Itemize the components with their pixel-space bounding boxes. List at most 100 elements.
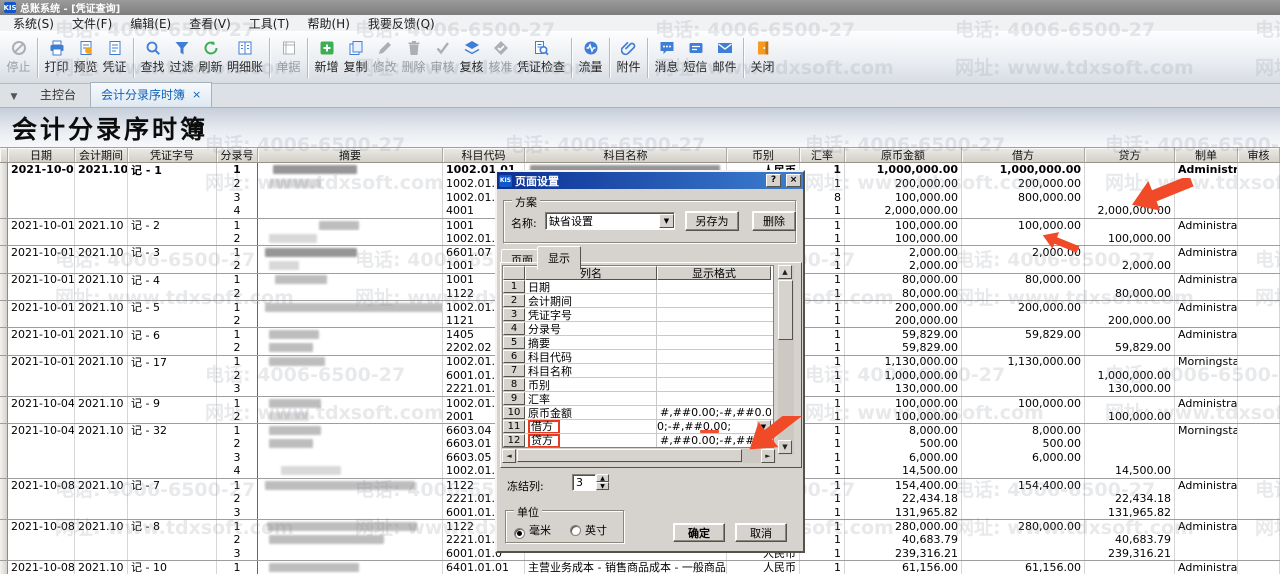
spinner-down-icon[interactable]: ▼: [596, 482, 609, 490]
journal-row[interactable]: 2021-10-082021.10记 - 1016401.01.01主营业务成本…: [0, 560, 1280, 574]
scroll-right-icon[interactable]: ►: [761, 449, 775, 463]
scheme-combobox[interactable]: 缺省设置 ▼: [545, 212, 675, 230]
toolbar-button-copy[interactable]: 复制: [341, 37, 370, 78]
scheme-dropdown-icon[interactable]: ▼: [659, 214, 674, 228]
spinner-up-icon[interactable]: ▲: [596, 474, 609, 482]
dialog-grid-row[interactable]: 8币别: [503, 378, 773, 392]
display-format-cell[interactable]: [657, 392, 771, 405]
toolbar-button-voucher-check[interactable]: 凭证检查: [515, 37, 567, 78]
toolbar-button-search[interactable]: 查找: [138, 37, 167, 78]
row-selector-margin[interactable]: [0, 546, 8, 560]
ok-button[interactable]: 确定: [673, 523, 725, 542]
dialog-grid-row[interactable]: 7科目名称: [503, 364, 773, 378]
hscroll-thumb[interactable]: [517, 449, 742, 462]
save-as-button[interactable]: 另存为: [685, 211, 739, 231]
tab-console[interactable]: 主控台: [26, 82, 90, 107]
display-format-cell[interactable]: [657, 322, 771, 335]
row-selector-margin[interactable]: [0, 177, 8, 191]
row-selector-margin[interactable]: [0, 246, 8, 259]
row-selector-margin[interactable]: [0, 204, 8, 218]
cancel-button[interactable]: 取消: [735, 523, 787, 542]
row-selector-margin[interactable]: [0, 356, 8, 369]
row-selector-margin[interactable]: [0, 286, 8, 300]
row-selector-margin[interactable]: [0, 274, 8, 287]
toolbar-button-filter[interactable]: 过滤: [167, 37, 196, 78]
toolbar-button-printer[interactable]: 打印: [42, 37, 71, 78]
scroll-down-icon[interactable]: ▼: [778, 440, 792, 454]
row-selector-margin[interactable]: [0, 561, 8, 574]
radio-mm[interactable]: 毫米: [514, 522, 551, 539]
menu-item[interactable]: 文件(F): [63, 15, 121, 32]
row-selector-margin[interactable]: [0, 479, 8, 492]
row-selector-margin[interactable]: [0, 533, 8, 547]
display-format-cell[interactable]: #,##0.00;-#,##0.00: [657, 434, 771, 447]
row-selector-margin[interactable]: [0, 341, 8, 355]
toolbar-button-ledger[interactable]: 明细账: [225, 37, 265, 78]
row-selector-margin[interactable]: [0, 259, 8, 273]
delete-scheme-button[interactable]: 删除: [752, 211, 796, 231]
display-format-cell[interactable]: [657, 294, 771, 307]
display-format-cell[interactable]: [657, 378, 771, 391]
row-selector-margin[interactable]: [0, 314, 8, 328]
display-format-cell[interactable]: [657, 280, 771, 293]
row-selector-margin[interactable]: [0, 492, 8, 506]
radio-inch[interactable]: 英寸: [570, 522, 607, 538]
toolbar-button-sms[interactable]: 短信: [681, 37, 710, 78]
row-selector-margin[interactable]: [0, 520, 8, 533]
menu-item[interactable]: 查看(V): [180, 15, 240, 32]
display-format-cell[interactable]: [657, 308, 771, 321]
format-dropdown-icon[interactable]: ▼: [756, 420, 771, 433]
tab-journal-active[interactable]: 会计分录序时簿 ×: [90, 82, 212, 107]
row-selector-margin[interactable]: [0, 301, 8, 314]
toolbar-button-message[interactable]: 消息: [652, 37, 681, 78]
tab-close-icon[interactable]: ×: [192, 88, 201, 101]
dialog-grid-row[interactable]: 6科目代码: [503, 350, 773, 364]
dialog-title-bar[interactable]: KIS 页面设置 ? ×: [497, 172, 803, 189]
dialog-close-button[interactable]: ×: [786, 174, 801, 187]
row-selector-margin[interactable]: [0, 219, 8, 232]
dialog-help-button[interactable]: ?: [766, 174, 781, 187]
chevron-down-icon[interactable]: ▼: [2, 92, 26, 107]
display-format-cell[interactable]: #,##0.00;-#,##0.00: [657, 406, 771, 419]
dialog-grid-row[interactable]: 1日期: [503, 280, 773, 294]
toolbar-button-refresh[interactable]: 刷新: [196, 37, 225, 78]
dialog-grid-row[interactable]: 9汇率: [503, 392, 773, 406]
toolbar-button-voucher-doc[interactable]: 凭证: [100, 37, 129, 78]
menu-item[interactable]: 工具(T): [240, 15, 299, 32]
tab-display[interactable]: 显示: [537, 246, 581, 270]
menu-item[interactable]: 帮助(H): [299, 15, 359, 32]
toolbar-button-recheck[interactable]: 复核: [457, 37, 486, 78]
dialog-grid-row[interactable]: 3凭证字号: [503, 308, 773, 322]
toolbar-button-preview[interactable]: 预览: [71, 37, 100, 78]
row-selector-margin[interactable]: [0, 190, 8, 204]
row-selector-margin[interactable]: [0, 231, 8, 245]
row-selector-margin[interactable]: [0, 328, 8, 341]
row-selector-margin[interactable]: [0, 424, 8, 437]
scroll-up-icon[interactable]: ▲: [778, 265, 792, 279]
row-selector-margin[interactable]: [0, 464, 8, 478]
toolbar-button-mail[interactable]: 邮件: [710, 37, 739, 78]
menu-item[interactable]: 我要反馈(Q): [359, 15, 444, 32]
row-selector-margin[interactable]: [0, 163, 8, 177]
toolbar-button-flow[interactable]: 流量: [576, 37, 605, 78]
display-format-cell[interactable]: [657, 336, 771, 349]
dialog-grid-row[interactable]: 5摘要: [503, 336, 773, 350]
freeze-columns-input[interactable]: 3: [572, 474, 596, 491]
row-selector-margin[interactable]: [0, 437, 8, 451]
row-selector-margin[interactable]: [0, 505, 8, 519]
dialog-grid-row[interactable]: 4分录号: [503, 322, 773, 336]
toolbar-button-attachment[interactable]: 附件: [614, 37, 643, 78]
display-format-cell[interactable]: [657, 364, 771, 377]
menu-item[interactable]: 系统(S): [4, 15, 63, 32]
row-selector-margin[interactable]: [0, 382, 8, 396]
row-selector-margin[interactable]: [0, 409, 8, 423]
row-selector-margin[interactable]: [0, 397, 8, 410]
dialog-grid-row[interactable]: 10原币金额#,##0.00;-#,##0.00: [503, 406, 773, 420]
dialog-grid-row[interactable]: 11借方0;-#,##0.00; ▼: [503, 420, 773, 434]
row-selector-margin[interactable]: [0, 368, 8, 382]
dialog-grid-row[interactable]: 12贷方#,##0.00;-#,##0.00: [503, 434, 773, 448]
dialog-grid-row[interactable]: 2会计期间: [503, 294, 773, 308]
scroll-left-icon[interactable]: ◄: [502, 449, 516, 463]
display-format-cell[interactable]: [657, 350, 771, 363]
toolbar-button-add[interactable]: 新增: [312, 37, 341, 78]
